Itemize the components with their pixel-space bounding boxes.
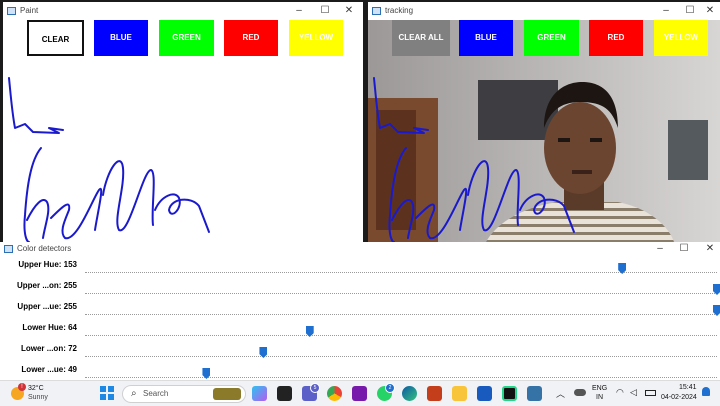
weather-alert-badge: !	[18, 383, 26, 391]
maximize-icon[interactable]: ☐	[678, 243, 690, 255]
app-window-icon	[4, 245, 13, 253]
teams-badge: 5	[310, 383, 320, 393]
paint-yellow-button[interactable]: YELLOW	[289, 20, 343, 56]
task-view-icon[interactable]	[277, 386, 292, 401]
lang-top[interactable]: ENG	[592, 385, 607, 392]
app-window-icon	[372, 7, 381, 15]
tracking-clear-all-button[interactable]: CLEAR ALL	[392, 20, 450, 56]
start-button[interactable]	[100, 386, 114, 400]
tracking-window-title: tracking	[385, 6, 414, 15]
weather-desc: Sunny	[28, 394, 48, 401]
maximize-icon[interactable]: ☐	[319, 5, 331, 17]
paint-window-title: Paint	[20, 6, 39, 15]
slider-track[interactable]	[85, 314, 717, 315]
paint-blue-button[interactable]: BLUE	[94, 20, 148, 56]
minimize-icon[interactable]: –	[660, 5, 672, 17]
speaker-icon[interactable]: ◁	[630, 387, 637, 398]
slider-track[interactable]	[85, 293, 717, 294]
search-highlight-image	[213, 388, 241, 400]
paint-green-button[interactable]: GREEN	[159, 20, 214, 56]
slider-label: Upper ...on: 255	[16, 281, 77, 290]
slider-row: Lower ...ue: 49	[0, 361, 720, 380]
maximize-icon[interactable]: ☐	[684, 5, 696, 17]
battery-icon[interactable]	[645, 390, 656, 396]
windows-logo-icon	[100, 386, 114, 400]
word-icon[interactable]	[477, 386, 492, 401]
tracking-yellow-button[interactable]: YELLOW	[654, 20, 708, 56]
weather-temp: 32°C	[28, 385, 44, 392]
slider-row: Lower ...on: 72	[0, 340, 720, 361]
slider-row: Upper ...ue: 255	[0, 298, 720, 319]
chrome-icon[interactable]	[327, 386, 342, 401]
lang-bottom[interactable]: IN	[596, 394, 603, 401]
slider-track[interactable]	[85, 377, 717, 378]
whatsapp-icon[interactable]: 2	[377, 383, 395, 401]
search-placeholder: Search	[143, 389, 169, 398]
file-explorer-icon[interactable]	[452, 386, 467, 401]
slider-label: Upper ...ue: 255	[17, 302, 77, 311]
pycharm-icon[interactable]	[502, 386, 517, 401]
color-detectors-window: Color detectors – ☐ ✕ Upper Hue: 153 Uppe…	[0, 242, 720, 380]
python-app-icon[interactable]	[527, 386, 542, 401]
color-detectors-titlebar[interactable]: Color detectors – ☐ ✕	[0, 242, 720, 256]
clock-date[interactable]: 04-02-2024	[661, 394, 697, 401]
slider-track[interactable]	[85, 335, 717, 336]
close-icon[interactable]: ✕	[343, 5, 355, 17]
slider-label: Lower ...on: 72	[20, 344, 77, 353]
wifi-icon[interactable]: ◠	[616, 387, 624, 398]
slider-label: Lower Hue: 64	[22, 323, 77, 332]
cloud-icon[interactable]	[574, 389, 586, 396]
minimize-icon[interactable]: –	[654, 243, 666, 255]
chevron-up-icon[interactable]: ︿	[556, 387, 565, 400]
search-box[interactable]: ⌕ Search	[122, 385, 246, 403]
slider-row: Upper ...on: 255	[0, 277, 720, 298]
paint-clear-button[interactable]: CLEAR	[27, 20, 84, 56]
notification-bell-icon[interactable]	[702, 387, 710, 396]
onenote-icon[interactable]	[352, 386, 367, 401]
minimize-icon[interactable]: –	[293, 5, 305, 17]
paint-canvas[interactable]: CLEAR BLUE GREEN RED YELLOW	[3, 20, 363, 242]
copilot-icon[interactable]	[252, 386, 267, 401]
slider-label: Lower ...ue: 49	[21, 365, 77, 374]
tracking-green-button[interactable]: GREEN	[524, 20, 579, 56]
camera-feed[interactable]: CLEAR ALL BLUE GREEN RED YELLOW	[368, 20, 720, 242]
slider-label: Upper Hue: 153	[18, 260, 77, 269]
paint-window: Paint – ☐ ✕ CLEAR BLUE GREEN RED YELLOW	[3, 2, 363, 242]
taskbar: ! 32°C Sunny ⌕ Search 5 2 ︿ ENG IN ◠ ◁ 1…	[0, 380, 720, 406]
paint-titlebar[interactable]: Paint – ☐ ✕	[3, 2, 363, 20]
teams-icon[interactable]: 5	[302, 383, 320, 401]
close-icon[interactable]: ✕	[704, 5, 716, 17]
whatsapp-badge: 2	[385, 383, 395, 393]
weather-widget[interactable]: ! 32°C Sunny	[8, 383, 68, 405]
search-icon: ⌕	[131, 388, 137, 399]
slider-track[interactable]	[85, 356, 717, 357]
close-icon[interactable]: ✕	[704, 243, 716, 255]
edge-icon[interactable]	[402, 386, 417, 401]
tracking-titlebar[interactable]: tracking – ☐ ✕	[368, 2, 720, 20]
tracking-blue-button[interactable]: BLUE	[459, 20, 513, 56]
powerpoint-icon[interactable]	[427, 386, 442, 401]
color-detectors-title: Color detectors	[17, 244, 72, 253]
app-window-icon	[7, 7, 16, 15]
slider-row: Upper Hue: 153	[0, 256, 720, 277]
tracking-red-button[interactable]: RED	[589, 20, 643, 56]
clock-time[interactable]: 15:41	[679, 384, 697, 391]
tracking-window: tracking – ☐ ✕ CLEAR ALL BLUE GREEN RED …	[368, 2, 720, 242]
paint-red-button[interactable]: RED	[224, 20, 278, 56]
slider-row: Lower Hue: 64	[0, 319, 720, 340]
